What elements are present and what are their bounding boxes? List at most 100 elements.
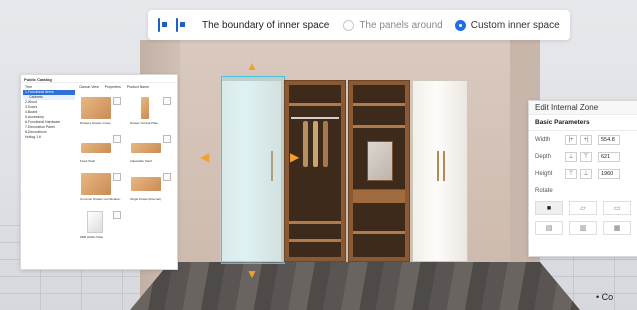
rotate-right-icon[interactable]: ▥ [569,221,597,235]
align-back-icon[interactable]: ⊤ [580,151,592,162]
item-preview-icon[interactable] [113,173,121,181]
shelf [289,103,341,106]
catalog-item[interactable]: Fixed Shelf [79,133,123,167]
align-bottom-icon[interactable]: ⊥ [580,168,592,179]
select-box-icon[interactable] [158,18,167,32]
param-label: Width [535,136,551,143]
item-label: PEB HANG Plate [80,235,104,239]
radio-custom-inner-space[interactable]: Custom inner space [454,19,560,31]
arrow-down-icon[interactable]: ▼ [246,268,258,280]
cabinet-white-right[interactable] [412,80,468,262]
radio-unchecked-icon [343,19,355,31]
hanging-rod [291,117,339,119]
catalog-item[interactable]: PEB HANG Plate [79,209,123,243]
align-front-icon[interactable]: ⊥ [565,151,577,162]
catalog-tabs: Classic View Properties Product Name [79,85,175,91]
panel-title: Edit Internal Zone [529,101,637,115]
mirror [367,141,393,181]
width-input[interactable]: 554.8 [598,134,620,145]
garment [313,121,318,167]
rotate-row: Rotate [529,182,637,199]
catalog-item[interactable]: Adjustable Shelf [129,133,173,167]
item-preview-icon[interactable] [163,97,171,105]
tree-item[interactable]: Hotlog 1.6 [23,135,75,140]
garment [303,121,308,167]
arrow-up-icon[interactable]: ▲ [246,60,258,72]
rotate-label: Rotate [535,187,553,194]
garment [323,121,328,167]
rotate-front-icon[interactable]: ■ [535,201,563,215]
rotate-options: ■ ▱ ▭ ▤ ▥ ▦ [529,201,637,235]
door-handle [443,151,445,181]
radio-label: The panels around [359,19,443,31]
item-preview-icon[interactable] [113,97,121,105]
catalog-tab[interactable]: Product Name [127,85,149,91]
item-preview-icon[interactable] [113,135,121,143]
inner-space-toolbar: The boundary of inner space The panels a… [148,10,570,40]
wardrobe-model[interactable] [220,76,468,264]
item-label: Adjustable Shelf [130,159,152,163]
cabinet-dresser[interactable] [348,80,410,262]
shelf [289,239,341,242]
catalog-item[interactable]: Drawer Vertical Plate [129,95,173,129]
rotate-side-icon[interactable]: ▱ [569,201,597,215]
param-row-depth: Depth ⊥ ⊤ 621 [529,148,637,165]
bottom-note: • Co [596,292,614,302]
radio-label: Custom inner space [470,19,560,31]
shelf [353,125,405,128]
item-thumbnail [81,143,111,153]
edit-internal-zone-panel: Edit Internal Zone Basic Parameters Widt… [528,100,637,257]
shelf [353,231,405,234]
radio-checked-icon [454,19,466,31]
item-thumbnail [81,173,111,195]
select-region-icon[interactable] [176,18,185,32]
item-thumbnail [81,97,111,119]
item-thumbnail [87,211,103,233]
public-catalog-panel: Public Catalog Tree 1.Functional Items C… [20,74,178,270]
item-label: Common Drawer Combination [80,197,121,201]
item-preview-icon[interactable] [113,211,121,219]
param-label: Height [535,170,553,177]
param-row-width: Width |+ +| 554.8 [529,131,637,148]
drawer [353,189,405,203]
door-handle [437,151,439,181]
selected-inner-zone-highlight[interactable] [221,76,285,264]
rotate-back-icon[interactable]: ▦ [603,221,631,235]
depth-input[interactable]: 621 [598,151,620,162]
item-label: Fixed Shelf [80,159,96,163]
radio-panels-around[interactable]: The panels around [343,19,443,31]
shelf [289,221,341,224]
catalog-title: Public Catalog [21,75,177,83]
catalog-tab[interactable]: Classic View [79,85,99,91]
item-preview-icon[interactable] [163,173,171,181]
item-label: Drawers Drawer Group [80,121,111,125]
catalog-item[interactable]: Common Drawer Combination [79,171,123,205]
rotate-top-icon[interactable]: ▭ [603,201,631,215]
align-left-icon[interactable]: |+ [565,134,577,145]
item-thumbnail [131,177,161,191]
param-row-height: Height ⊤ ⊥ 1960 [529,165,637,182]
item-thumbnail [131,143,161,153]
align-top-icon[interactable]: ⊤ [565,168,577,179]
arrow-left-icon[interactable]: ◀ [200,151,209,163]
cabinet-open-hanging[interactable] [284,80,346,262]
catalog-item-grid: Drawers Drawer Group Drawer Vertical Pla… [79,95,173,243]
cabinet-interior [289,85,341,257]
height-input[interactable]: 1960 [598,168,620,179]
room-floor [120,262,590,310]
rotate-left-icon[interactable]: ▤ [535,221,563,235]
catalog-item[interactable]: Single Drawer(Internal) [129,171,173,205]
align-right-icon[interactable]: +| [580,134,592,145]
shelf [353,103,405,106]
catalog-tree: Tree 1.Functional Items Cabinets 2.Wood … [23,85,75,140]
item-preview-icon[interactable] [163,135,171,143]
param-label: Depth [535,153,552,160]
arrow-right-icon[interactable]: ▶ [290,151,299,163]
item-label: Drawer Vertical Plate [130,121,159,125]
section-title: Basic Parameters [529,115,637,131]
catalog-tab[interactable]: Properties [105,85,121,91]
toolbar-title: The boundary of inner space [202,19,330,31]
item-label: Single Drawer(Internal) [130,197,161,201]
catalog-item[interactable]: Drawers Drawer Group [79,95,123,129]
item-thumbnail [141,97,149,119]
